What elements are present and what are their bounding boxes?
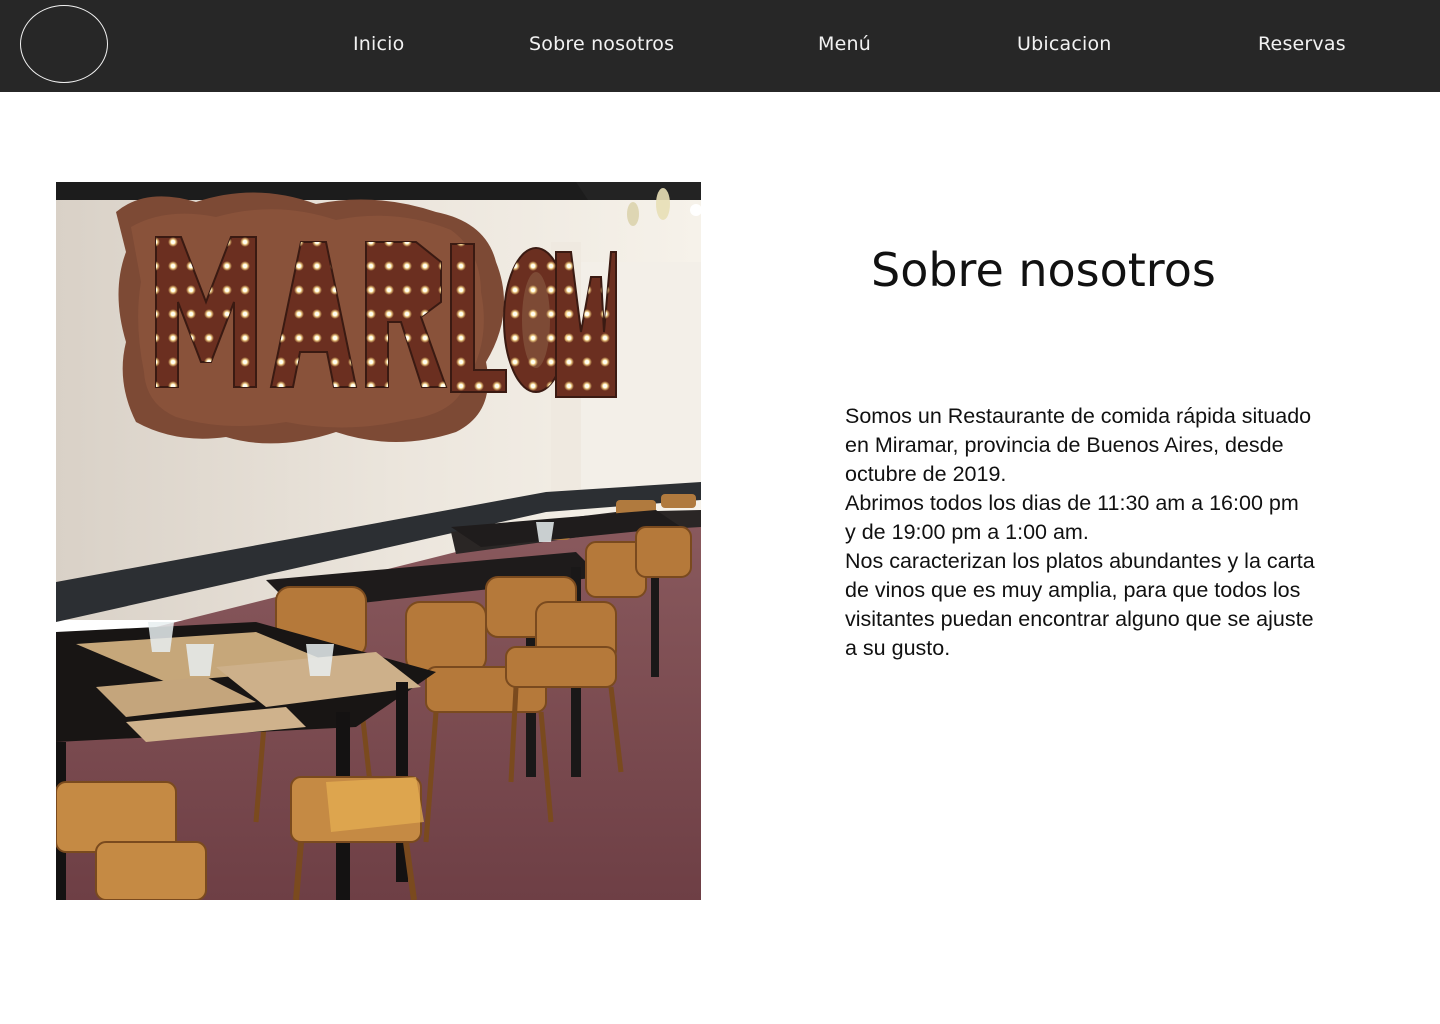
nav-sobre-nosotros[interactable]: Sobre nosotros (529, 33, 674, 55)
logo-circle[interactable] (20, 5, 108, 83)
nav-inicio[interactable]: Inicio (353, 33, 404, 55)
restaurant-interior-photo (56, 182, 701, 900)
about-paragraph-features: Nos caracterizan los platos abundantes y… (845, 549, 1315, 660)
nav-ubicacion[interactable]: Ubicacion (1017, 33, 1112, 55)
about-description: Somos un Restaurante de comida rápida si… (845, 402, 1315, 663)
about-paragraph-hours: Abrimos todos los dias de 11:30 am a 16:… (845, 491, 1299, 544)
about-paragraph-location: Somos un Restaurante de comida rápida si… (845, 404, 1312, 486)
nav-menu[interactable]: Menú (818, 33, 871, 55)
top-navbar: Inicio Sobre nosotros Menú Ubicacion Res… (0, 0, 1440, 92)
nav-reservas[interactable]: Reservas (1258, 33, 1346, 55)
page-title: Sobre nosotros (871, 243, 1216, 297)
